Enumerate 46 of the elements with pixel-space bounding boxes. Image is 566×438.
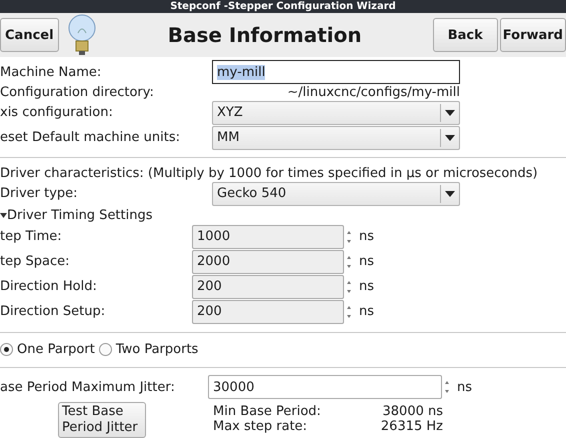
directory-path: ~/linuxcnc/configs/my-mill bbox=[286, 84, 460, 100]
dropdown-arrow-icon bbox=[445, 190, 455, 196]
spin-field[interactable]: 2000 bbox=[192, 250, 344, 274]
field-label: ase Period Maximum Jitter: bbox=[0, 380, 176, 394]
stat-label: Min Base Period: bbox=[213, 404, 322, 419]
test-jitter-button[interactable]: Test Base Period Jitter bbox=[58, 402, 146, 438]
window-title: Stepconf -Stepper Configuration Wizard bbox=[0, 0, 566, 13]
machine-name-field[interactable]: my-mill bbox=[212, 60, 460, 84]
unit-label: ns bbox=[358, 304, 376, 319]
dropdown-arrow-icon bbox=[445, 134, 455, 140]
radio-button[interactable] bbox=[98, 342, 112, 356]
timing-expander[interactable]: Driver Timing Settings bbox=[0, 206, 566, 224]
section-heading: Driver characteristics: (Multiply by 1000 for times specified in µs or microseconds) bbox=[0, 166, 539, 181]
expander-arrow-icon bbox=[0, 212, 7, 218]
unit-label: ns bbox=[456, 380, 474, 394]
field-label: Configuration directory: bbox=[0, 84, 155, 100]
field-label: xis configuration: bbox=[0, 105, 114, 120]
dropdown[interactable]: MM bbox=[212, 126, 460, 150]
cancel-button[interactable]: Cancel bbox=[0, 18, 59, 52]
spin-field[interactable]: 200 bbox=[192, 300, 344, 324]
field-label: tep Time: bbox=[0, 229, 63, 244]
radio-label[interactable]: One Parport bbox=[17, 342, 95, 356]
dropdown[interactable]: XYZ bbox=[212, 100, 460, 124]
stat-value: 26315 Hz bbox=[380, 419, 443, 434]
spin-field[interactable]: 1000 bbox=[192, 224, 344, 248]
forward-button[interactable]: Forward bbox=[500, 18, 566, 52]
field-label: eset Default machine units: bbox=[0, 130, 181, 145]
light-bulb-icon bbox=[66, 13, 97, 57]
spin-field[interactable]: 200 bbox=[192, 274, 344, 298]
unit-label: ns bbox=[358, 254, 376, 269]
jitter-field[interactable]: 30000 bbox=[208, 375, 442, 399]
field-label: Driver type: bbox=[0, 186, 79, 201]
dropdown-arrow-icon bbox=[445, 110, 455, 116]
back-button[interactable]: Back bbox=[432, 18, 498, 52]
field-label: Direction Setup: bbox=[0, 304, 106, 319]
radio-button[interactable] bbox=[0, 342, 13, 356]
field-label: Machine Name: bbox=[0, 64, 102, 80]
radio-label[interactable]: Two Parports bbox=[116, 342, 198, 356]
unit-label: ns bbox=[358, 229, 376, 244]
field-label: Direction Hold: bbox=[0, 279, 98, 294]
stat-value: 38000 ns bbox=[382, 404, 443, 419]
dropdown[interactable]: Gecko 540 bbox=[212, 182, 460, 206]
unit-label: ns bbox=[358, 279, 376, 294]
stat-label: Max step rate: bbox=[213, 419, 308, 434]
field-label: tep Space: bbox=[0, 254, 70, 269]
page-title: Base Information bbox=[166, 23, 363, 47]
